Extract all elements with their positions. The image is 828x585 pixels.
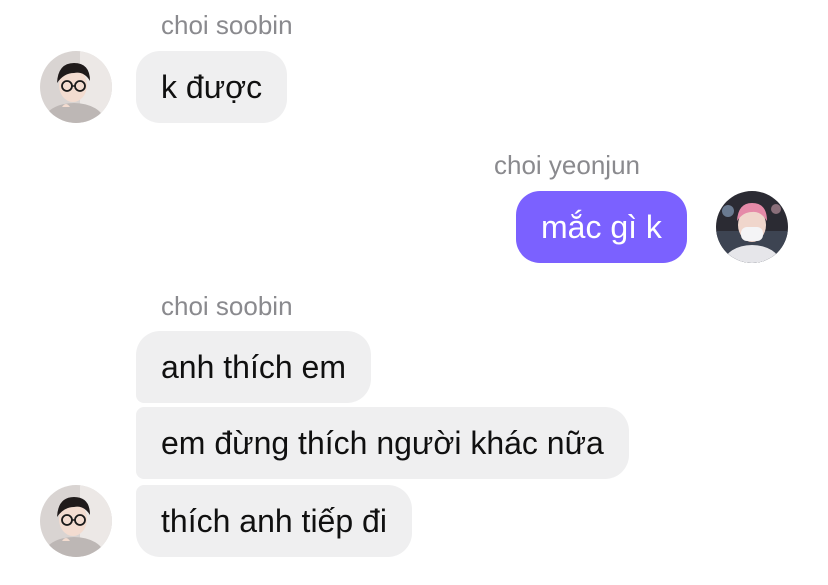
message-text: k được: [161, 69, 263, 105]
soobin-avatar-image: [40, 485, 112, 557]
message-bubble-soobin-2[interactable]: anh thích em: [136, 331, 371, 403]
message-bubble-soobin-3[interactable]: em đừng thích người khác nữa: [136, 407, 629, 479]
message-bubble-soobin-4[interactable]: thích anh tiếp đi: [136, 485, 412, 557]
yeonjun-avatar[interactable]: [716, 191, 788, 263]
message-bubble-yeonjun-1[interactable]: mắc gì k: [516, 191, 687, 263]
soobin-avatar-image: [40, 51, 112, 123]
message-text: thích anh tiếp đi: [161, 503, 387, 539]
soobin-avatar[interactable]: [40, 51, 112, 123]
sender-name-yeonjun: choi yeonjun: [494, 150, 640, 180]
message-bubble-soobin-1[interactable]: k được: [136, 51, 288, 123]
message-text: mắc gì k: [541, 209, 662, 245]
sender-name-soobin: choi soobin: [161, 291, 293, 321]
sender-name-soobin: choi soobin: [161, 10, 293, 40]
message-text: em đừng thích người khác nữa: [161, 425, 604, 461]
soobin-avatar[interactable]: [40, 485, 112, 557]
chat-view: choi soobin k được choi yeonjun mắc gì k: [0, 0, 828, 585]
yeonjun-avatar-image: [716, 191, 788, 263]
message-text: anh thích em: [161, 349, 346, 385]
